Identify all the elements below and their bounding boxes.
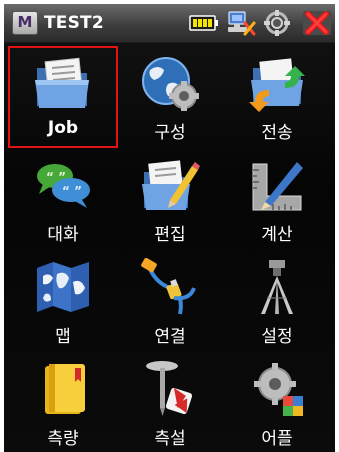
menu-label-chat: 대화 [47,225,79,245]
svg-text:“ ”: “ ” [62,184,82,198]
menu-tile-chat[interactable]: “ ” “ ” 대화 [8,148,118,250]
menu-tile-apps[interactable]: 어플 [222,352,332,452]
close-icon[interactable] [302,10,332,36]
menu-label-transfer: 전송 [261,123,293,143]
menu-label-job: Job [47,118,79,138]
menu-tile-calculate[interactable]: 계산 [222,148,332,250]
transfer-icon [249,58,305,112]
menu-label-map: 맵 [55,327,71,347]
edit-icon [142,160,200,210]
cable-icon [141,258,196,315]
menu-tile-stakeout[interactable]: 측설 [115,352,225,452]
map-icon [37,262,89,312]
menu-tile-connect[interactable]: 연결 [115,250,225,352]
menu-tile-survey[interactable]: 측량 [8,352,118,452]
chat-icon: “ ” “ ” [37,164,90,208]
gps-icon[interactable] [262,10,292,36]
menu-label-stakeout: 측설 [154,429,186,449]
menu-tile-job[interactable]: Job [8,46,118,148]
menu-label-edit: 편집 [154,225,186,245]
stakeout-icon [146,361,193,416]
menu-tile-config[interactable]: 구성 [115,46,225,148]
app-logo[interactable]: M [12,11,38,35]
menu-label-survey: 측량 [47,429,79,449]
app-logo-letter: M [17,13,33,31]
device-frame: M TEST2 Job 구성 전송 “ ” “ ” 대화 편집 계산 맵 연결 … [0,0,339,452]
tripod-icon [261,260,293,314]
app-title: TEST2 [44,13,104,33]
title-bar: M TEST2 [4,4,335,43]
menu-label-calculate: 계산 [261,225,293,245]
battery-icon[interactable] [188,10,220,36]
folder-icon [35,57,89,108]
menu-label-settings: 설정 [261,327,293,347]
menu-label-connect: 연결 [154,327,186,347]
globe-gear-icon [142,57,199,111]
menu-tile-settings[interactable]: 설정 [222,250,332,352]
calculate-icon [252,162,303,211]
menu-label-apps: 어플 [261,429,293,449]
apps-icon [254,363,303,416]
network-icon[interactable] [226,10,256,36]
main-menu-grid: Job 구성 전송 “ ” “ ” 대화 편집 계산 맵 연결 설정 측량 측설… [4,44,335,452]
menu-label-config: 구성 [154,123,186,143]
svg-text:“ ”: “ ” [46,170,66,184]
screen: M TEST2 Job 구성 전송 “ ” “ ” 대화 편집 계산 맵 연결 … [4,4,335,452]
notebook-icon [45,364,85,414]
menu-tile-edit[interactable]: 편집 [115,148,225,250]
menu-tile-transfer[interactable]: 전송 [222,46,332,148]
menu-tile-map[interactable]: 맵 [8,250,118,352]
